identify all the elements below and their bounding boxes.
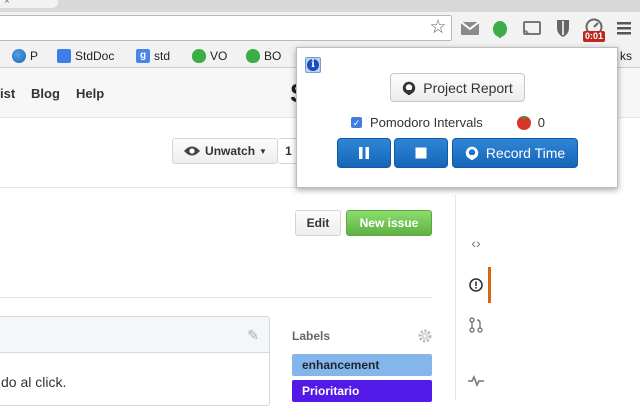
pencil-icon[interactable]: ✎ [247, 327, 259, 344]
evernote-icon [192, 49, 206, 63]
labels-heading: Labels [292, 329, 331, 343]
comment-box: ✎ do al click. [0, 316, 270, 406]
menu-icon[interactable] [614, 18, 634, 38]
comment-header: ✎ [0, 317, 269, 353]
record-time-button[interactable]: Record Time [452, 138, 578, 168]
project-report-label: Project Report [423, 79, 513, 96]
new-issue-button[interactable]: New issue [346, 210, 432, 236]
bookmark-label: P [30, 49, 39, 63]
pomodoro-checkbox[interactable]: ✓ [351, 116, 362, 128]
google-icon: g [136, 49, 150, 63]
gmail-icon[interactable] [460, 18, 480, 38]
github-icon [465, 146, 479, 160]
comment-text: do al click. [1, 374, 67, 390]
nav-link-blog[interactable]: Blog [31, 86, 60, 101]
unwatch-button[interactable]: Unwatch ▼ [172, 138, 278, 164]
extension-popup: i Project Report ✓ Pomodoro Intervals 0 … [296, 47, 618, 188]
evernote-extension-icon[interactable] [490, 18, 510, 38]
stop-button[interactable] [394, 138, 448, 168]
pulse-icon[interactable] [464, 369, 488, 393]
watch-count-label: 1 [285, 144, 292, 158]
tab-strip: × [0, 0, 640, 12]
project-report-button[interactable]: Project Report [390, 73, 525, 102]
bookmark-vo[interactable]: VO [192, 48, 227, 64]
edit-button[interactable]: Edit [295, 210, 341, 236]
bookmark-label: ks [620, 49, 632, 63]
pause-button[interactable] [337, 138, 391, 168]
tomato-icon [516, 116, 531, 130]
browser-tab[interactable]: × [0, 0, 58, 8]
shield-icon[interactable] [553, 18, 573, 38]
pomodoro-label: Pomodoro Intervals [370, 114, 483, 130]
unwatch-label: Unwatch [205, 144, 256, 158]
pomodoro-count: 0 [537, 114, 545, 130]
label-prioritario[interactable]: Prioritario [292, 380, 432, 402]
evernote-icon [246, 49, 260, 63]
bookmark-label: std [154, 49, 171, 63]
gear-icon[interactable] [417, 328, 433, 344]
bookmark-label: StdDoc [75, 49, 115, 63]
nav-link-help[interactable]: Help [76, 86, 104, 101]
bookmark-label: VO [210, 49, 228, 63]
pomodoro-row: ✓ Pomodoro Intervals 0 [351, 114, 545, 130]
github-icon [403, 81, 416, 95]
eye-icon [184, 146, 201, 156]
bookmark-label: BO [264, 49, 282, 63]
nav-link-gist[interactable]: ist [0, 86, 15, 101]
docs-icon [57, 49, 71, 63]
active-indicator [488, 267, 491, 303]
issues-icon[interactable] [464, 273, 488, 297]
new-issue-label: New issue [359, 216, 419, 230]
code-icon[interactable]: ‹› [464, 231, 488, 255]
bookmark-std[interactable]: g std [136, 48, 170, 64]
label-enhancement[interactable]: enhancement [292, 354, 432, 376]
edit-label: Edit [306, 216, 330, 230]
timer-badge: 0:01 [583, 31, 605, 42]
info-icon[interactable]: i [305, 57, 321, 73]
info-glyph: i [307, 59, 319, 71]
globe-icon [12, 49, 26, 63]
address-bar[interactable] [0, 15, 452, 41]
bookmark-bo[interactable]: BO [246, 48, 281, 64]
stop-icon [415, 147, 427, 159]
pull-request-icon[interactable] [464, 313, 488, 337]
record-time-label: Record Time [485, 145, 566, 161]
repo-sidebar: ‹› [455, 195, 495, 400]
cast-icon[interactable] [522, 18, 542, 38]
bookmark-p[interactable]: P [12, 48, 38, 64]
chevron-down-icon: ▼ [259, 146, 267, 156]
bookmark-other[interactable]: ks [620, 48, 632, 64]
bookmark-star-icon[interactable]: ☆ [428, 18, 448, 38]
tab-close-button[interactable]: × [4, 0, 10, 7]
bookmark-stddoc[interactable]: StdDoc [57, 48, 114, 64]
divider [0, 297, 432, 298]
pause-icon [359, 147, 369, 159]
